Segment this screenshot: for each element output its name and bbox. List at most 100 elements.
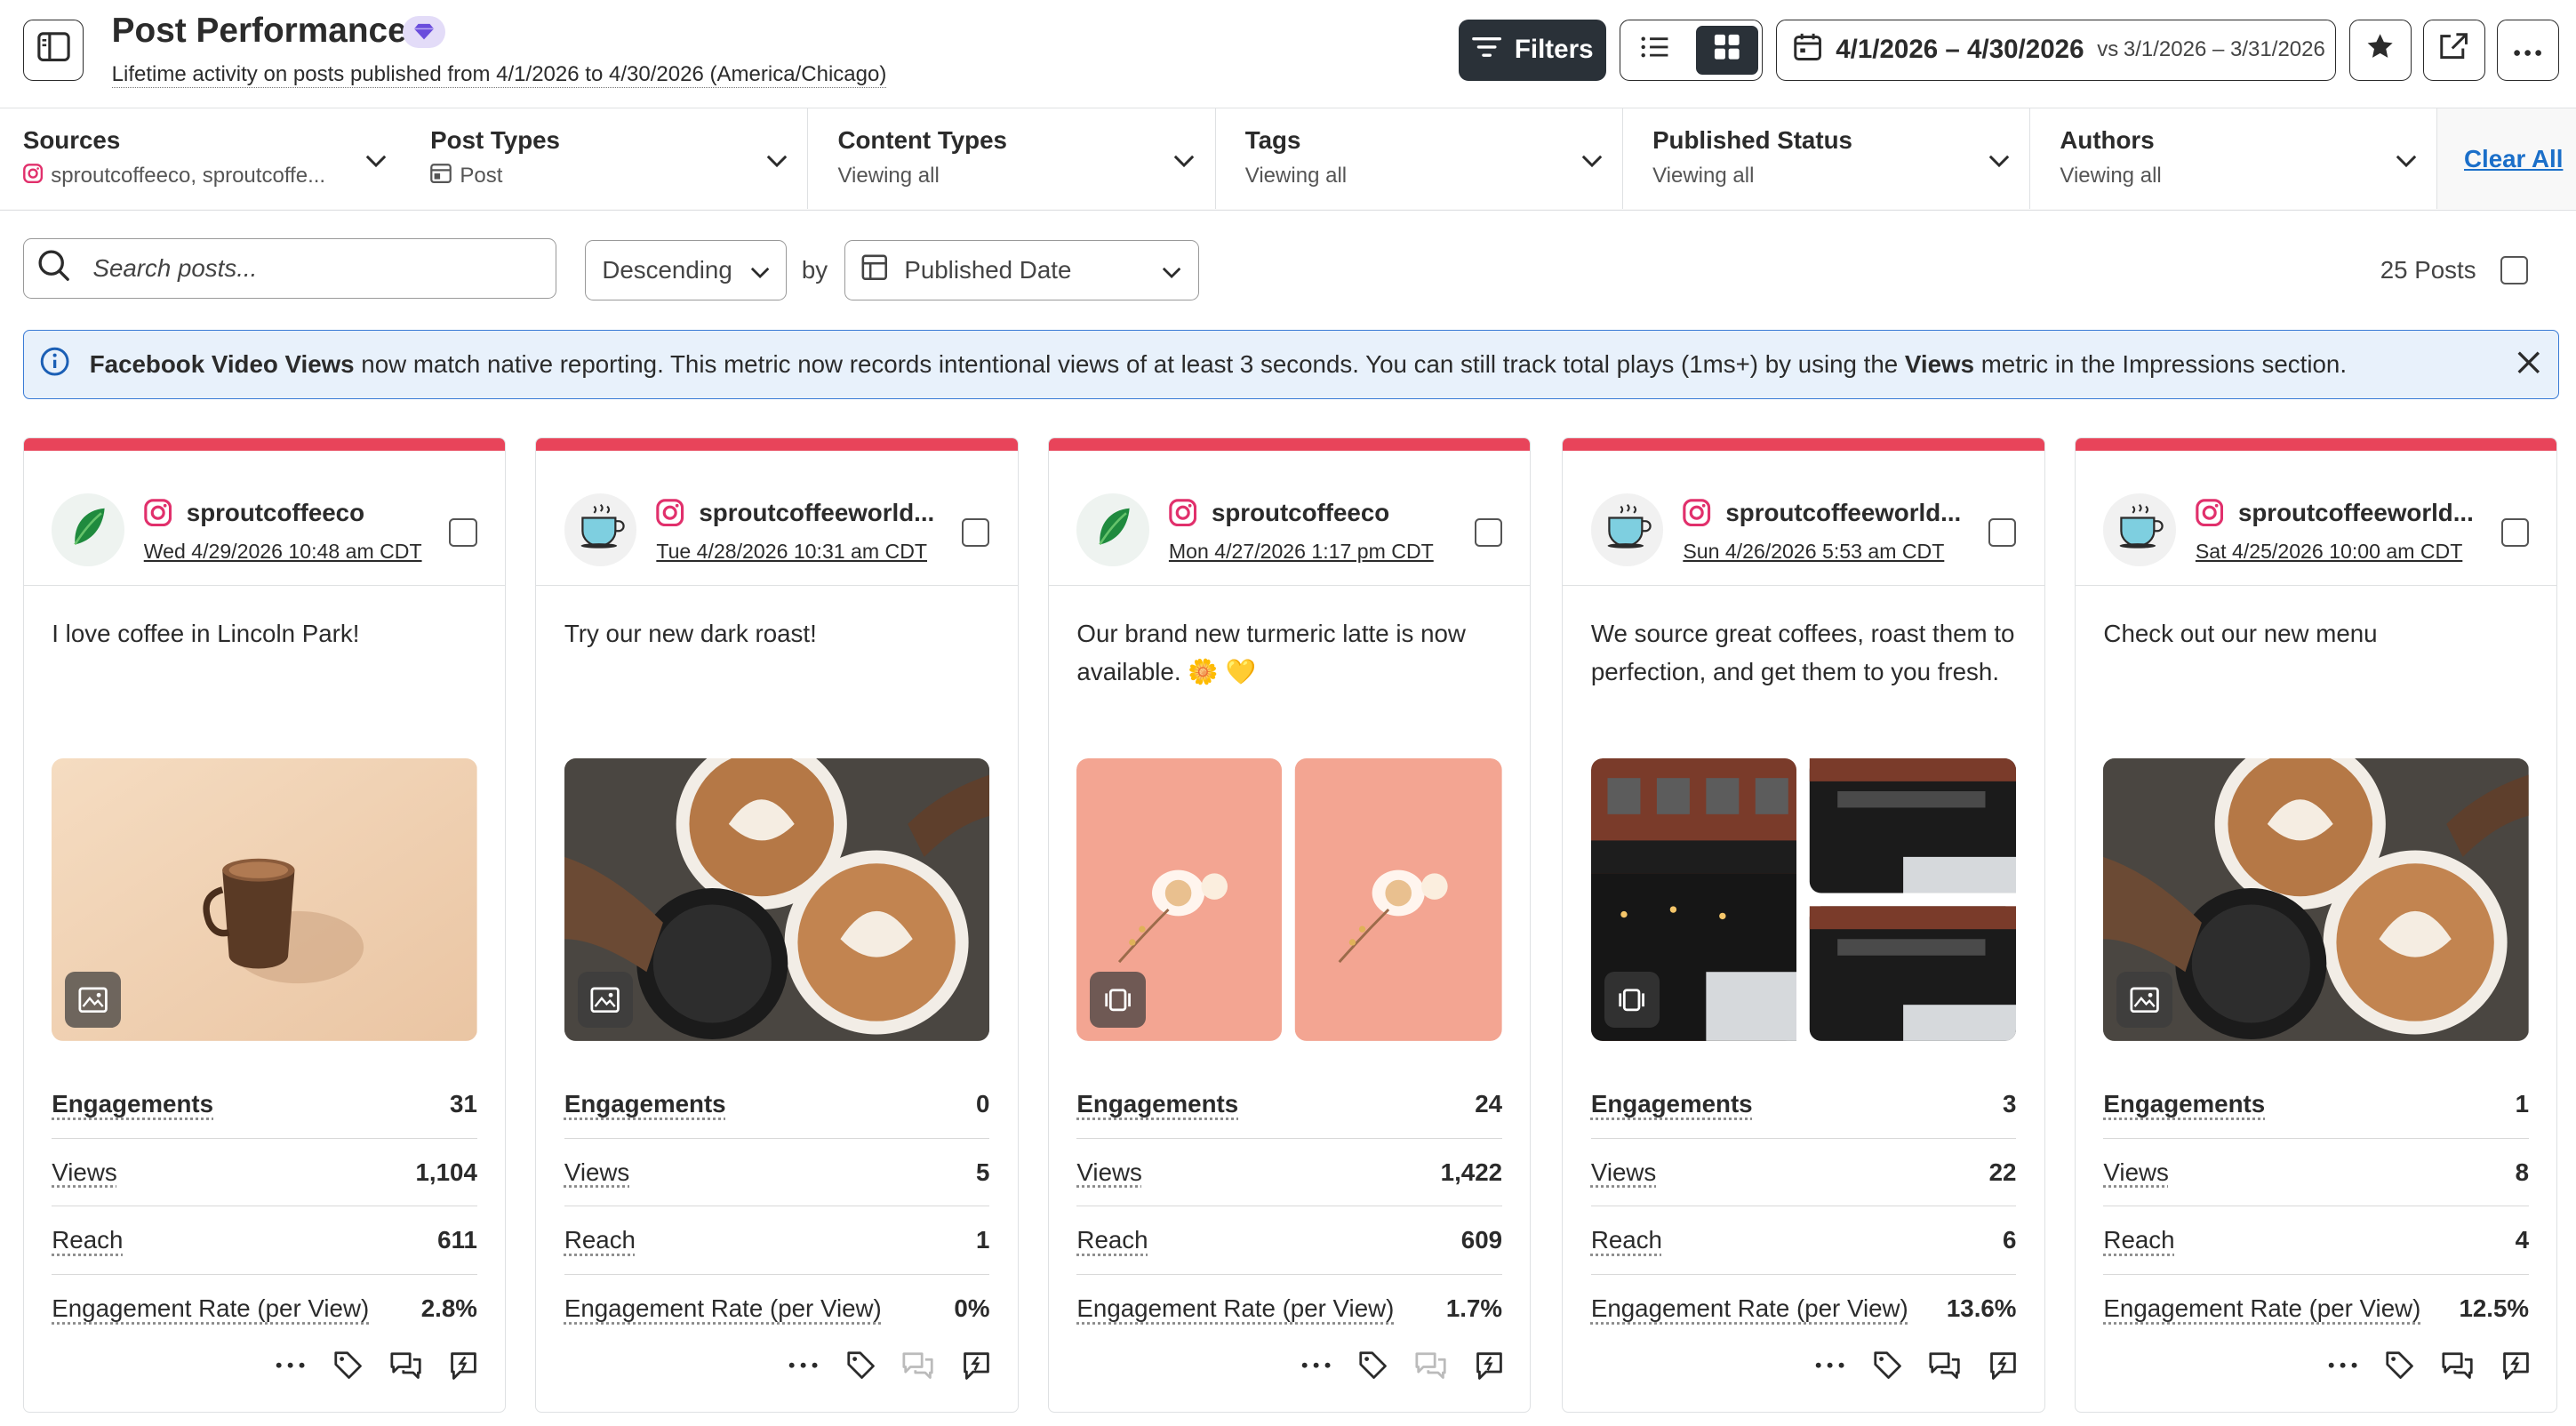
gem-icon: [413, 17, 435, 47]
instagram-icon: [2196, 499, 2224, 533]
post-date-link[interactable]: Tue 4/28/2026 10:31 am CDT: [656, 540, 927, 564]
posts-count: 25 Posts: [2380, 256, 2476, 284]
ellipsis-icon: [2513, 35, 2542, 65]
tag-icon[interactable]: [1357, 1350, 1388, 1381]
tag-icon[interactable]: [845, 1350, 876, 1381]
post-media[interactable]: [1076, 757, 1503, 1041]
close-icon[interactable]: [2516, 349, 2542, 382]
card-accent: [1049, 437, 1531, 452]
filters-button[interactable]: Filters: [1459, 20, 1607, 81]
tag-icon[interactable]: [332, 1350, 364, 1381]
post-select-checkbox[interactable]: [1474, 518, 1502, 547]
metric-label: Engagements: [52, 1089, 214, 1118]
metric-label: Engagements: [2103, 1089, 2266, 1118]
export-button[interactable]: [2422, 20, 2486, 81]
post-media[interactable]: [1590, 757, 2017, 1041]
sidebar-toggle-button[interactable]: [22, 20, 84, 81]
reply-icon[interactable]: [960, 1350, 991, 1381]
post-date-link[interactable]: Sun 4/26/2026 5:53 am CDT: [1683, 540, 1944, 564]
post-select-checkbox[interactable]: [2500, 518, 2529, 547]
card-accent: [23, 437, 506, 452]
metric-label: Reach: [52, 1226, 124, 1254]
post-media[interactable]: [52, 757, 477, 1041]
post-card[interactable]: sproutcoffeeco Mon 4/27/2026 1:17 pm CDT…: [1048, 437, 1532, 1414]
list-view-button[interactable]: [1624, 26, 1686, 75]
account-name: sproutcoffeeworld...: [699, 498, 935, 526]
ellipsis-icon[interactable]: [1300, 1350, 1332, 1381]
ellipsis-icon[interactable]: [1814, 1350, 1845, 1381]
metric-label: Reach: [564, 1226, 636, 1254]
post-metrics: Engagements 31 Views 1,104 Reach 611 Engage…: [52, 1070, 477, 1343]
post-card[interactable]: sproutcoffeeworld... Tue 4/28/2026 10:31…: [535, 437, 1019, 1414]
instagram-icon: [1683, 499, 1711, 533]
post-card[interactable]: sproutcoffeeworld... Sat 4/25/2026 10:00…: [2075, 437, 2558, 1414]
coffee-cup-icon: [576, 501, 625, 557]
post-select-checkbox[interactable]: [961, 518, 990, 547]
date-range-picker[interactable]: 4/1/2026 – 4/30/2026 vs 3/1/2026 – 3/31/…: [1775, 20, 2336, 81]
metric-value: 611: [437, 1226, 477, 1254]
chevron-down-icon: [365, 145, 387, 175]
post-media[interactable]: [2103, 757, 2530, 1041]
carousel-icon: [1090, 972, 1147, 1028]
reply-icon[interactable]: [447, 1350, 478, 1381]
reply-icon[interactable]: [1473, 1350, 1504, 1381]
metric-value: 0: [976, 1089, 990, 1118]
tag-icon[interactable]: [1872, 1350, 1903, 1381]
card-accent: [1563, 437, 2044, 452]
post-card[interactable]: sproutcoffeeco Wed 4/29/2026 10:48 am CD…: [22, 437, 507, 1414]
tag-icon[interactable]: [2384, 1350, 2415, 1381]
metric-value: 1.7%: [1445, 1294, 1503, 1323]
search-input[interactable]: [92, 254, 520, 284]
post-metrics: Engagements 0 Views 5 Reach 1 Engagement Ra…: [564, 1070, 990, 1343]
metric-label: Reach: [1590, 1226, 1662, 1254]
filter-authors[interactable]: Authors Viewing all: [2030, 108, 2438, 209]
sort-field-select[interactable]: Published Date: [844, 239, 1200, 301]
filter-value: Viewing all: [1652, 163, 1755, 188]
card-header: sproutcoffeeco Mon 4/27/2026 1:17 pm CDT: [1049, 451, 1531, 586]
clear-all-link[interactable]: Clear All: [2464, 145, 2563, 173]
grid-view-button[interactable]: [1695, 25, 1759, 76]
post-date-link[interactable]: Wed 4/29/2026 10:48 am CDT: [144, 540, 422, 564]
ellipsis-icon[interactable]: [275, 1350, 306, 1381]
chevron-down-icon: [1988, 145, 2010, 175]
post-date-link[interactable]: Sat 4/25/2026 10:00 am CDT: [2196, 540, 2462, 564]
account-name: sproutcoffeeworld...: [1725, 498, 1962, 526]
avatar: [1076, 493, 1149, 566]
sort-order-select[interactable]: Descending: [584, 239, 788, 301]
instagram-icon: [22, 163, 43, 189]
post-date-link[interactable]: Mon 4/27/2026 1:17 pm CDT: [1169, 540, 1434, 564]
more-options-button[interactable]: [2496, 20, 2560, 81]
metric-label: Engagement Rate (per View): [52, 1294, 370, 1323]
ellipsis-icon[interactable]: [2327, 1350, 2358, 1381]
banner-text: Facebook Video Views now match native re…: [90, 350, 2347, 379]
metric-row-engagements: Engagements 24: [1076, 1070, 1503, 1139]
filter-sources[interactable]: Sources sproutcoffeeco, sproutcoffe...: [0, 108, 408, 209]
metric-label: Views: [52, 1158, 117, 1186]
filter-label: Post Types: [430, 126, 560, 155]
coffee-cup-icon: [2115, 501, 2164, 557]
post-select-checkbox[interactable]: [449, 518, 477, 547]
filter-tags[interactable]: Tags Viewing all: [1215, 108, 1623, 209]
reply-icon[interactable]: [2500, 1350, 2531, 1381]
ellipsis-icon[interactable]: [788, 1350, 819, 1381]
favorite-button[interactable]: [2348, 20, 2412, 81]
select-all-checkbox[interactable]: [2500, 256, 2529, 284]
filter-post-types[interactable]: Post Types Post: [400, 108, 809, 209]
page-header: Post Performance Lifetime activity on po…: [0, 0, 2576, 108]
reply-icon[interactable]: [1987, 1350, 2018, 1381]
post-media[interactable]: [564, 757, 990, 1041]
post-card[interactable]: sproutcoffeeworld... Sun 4/26/2026 5:53 …: [1562, 437, 2045, 1414]
metric-row-views: Views 22: [1590, 1139, 2017, 1207]
comments-icon[interactable]: [1929, 1350, 1961, 1381]
sprout-leaf-icon: [1093, 505, 1132, 555]
filter-label: Published Status: [1652, 126, 1852, 155]
sort-field-value: Published Date: [904, 255, 1072, 284]
filters-label: Filters: [1514, 35, 1594, 65]
filter-published-status[interactable]: Published Status Viewing all: [1622, 108, 2031, 209]
metric-row-engagements: Engagements 31: [52, 1070, 477, 1139]
card-actions: [788, 1350, 991, 1381]
comments-icon[interactable]: [390, 1350, 421, 1381]
post-select-checkbox[interactable]: [1988, 518, 2017, 547]
comments-icon[interactable]: [2442, 1350, 2473, 1381]
filter-content-types[interactable]: Content Types Viewing all: [808, 108, 1216, 209]
